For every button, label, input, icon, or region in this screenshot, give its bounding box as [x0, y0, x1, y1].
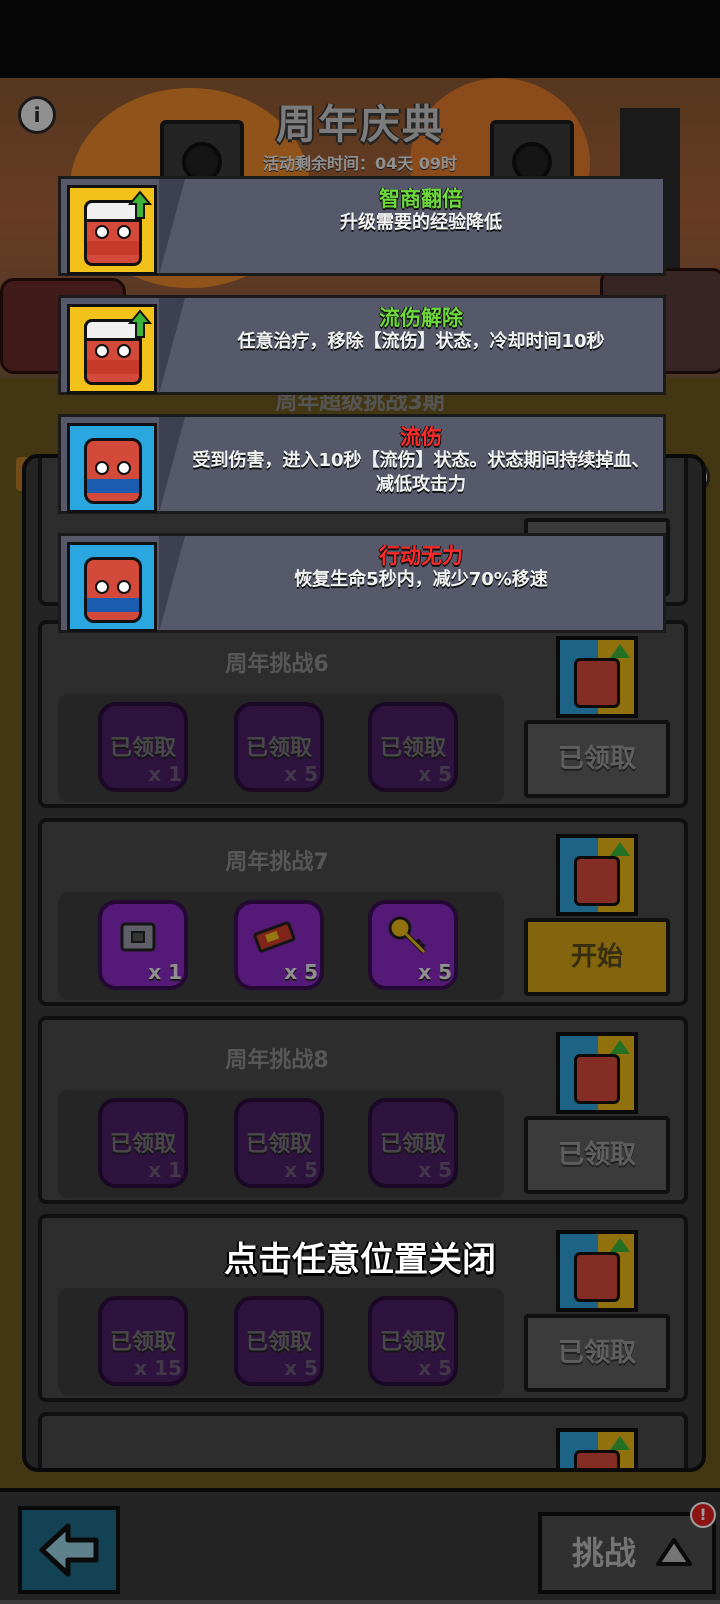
- modifier-tooltip: 智商翻倍 升级需要的经验降低: [58, 176, 666, 276]
- tooltip-name: 智商翻倍: [379, 187, 463, 211]
- hero-upgrade-icon: [67, 185, 157, 275]
- modifier-tooltip: 流伤解除 任意治疗，移除【流伤】状态，冷却时间10秒: [58, 295, 666, 395]
- modifier-tooltip: 行动无力 恢复生命5秒内，减少70%移速: [58, 533, 666, 633]
- close-hint: 点击任意位置关闭: [224, 1240, 496, 1280]
- tooltip-name: 行动无力: [379, 544, 463, 568]
- tooltip-description: 升级需要的经验降低: [340, 212, 502, 233]
- tooltip-description: 任意治疗，移除【流伤】状态，冷却时间10秒: [237, 331, 605, 352]
- red-slime-icon: [67, 542, 157, 632]
- modifier-tooltip: 流伤 受到伤害，进入10秒【流伤】状态。状态期间持续掉血、减低攻击力: [58, 414, 666, 514]
- tooltip-name: 流伤: [400, 425, 442, 449]
- red-slime-icon: [67, 423, 157, 513]
- tooltip-description: 恢复生命5秒内，减少70%移速: [294, 569, 548, 590]
- tooltip-description: 受到伤害，进入10秒【流伤】状态。状态期间持续掉血、减低攻击力: [192, 450, 650, 495]
- hero-upgrade-icon: [67, 304, 157, 394]
- tooltip-name: 流伤解除: [379, 306, 463, 330]
